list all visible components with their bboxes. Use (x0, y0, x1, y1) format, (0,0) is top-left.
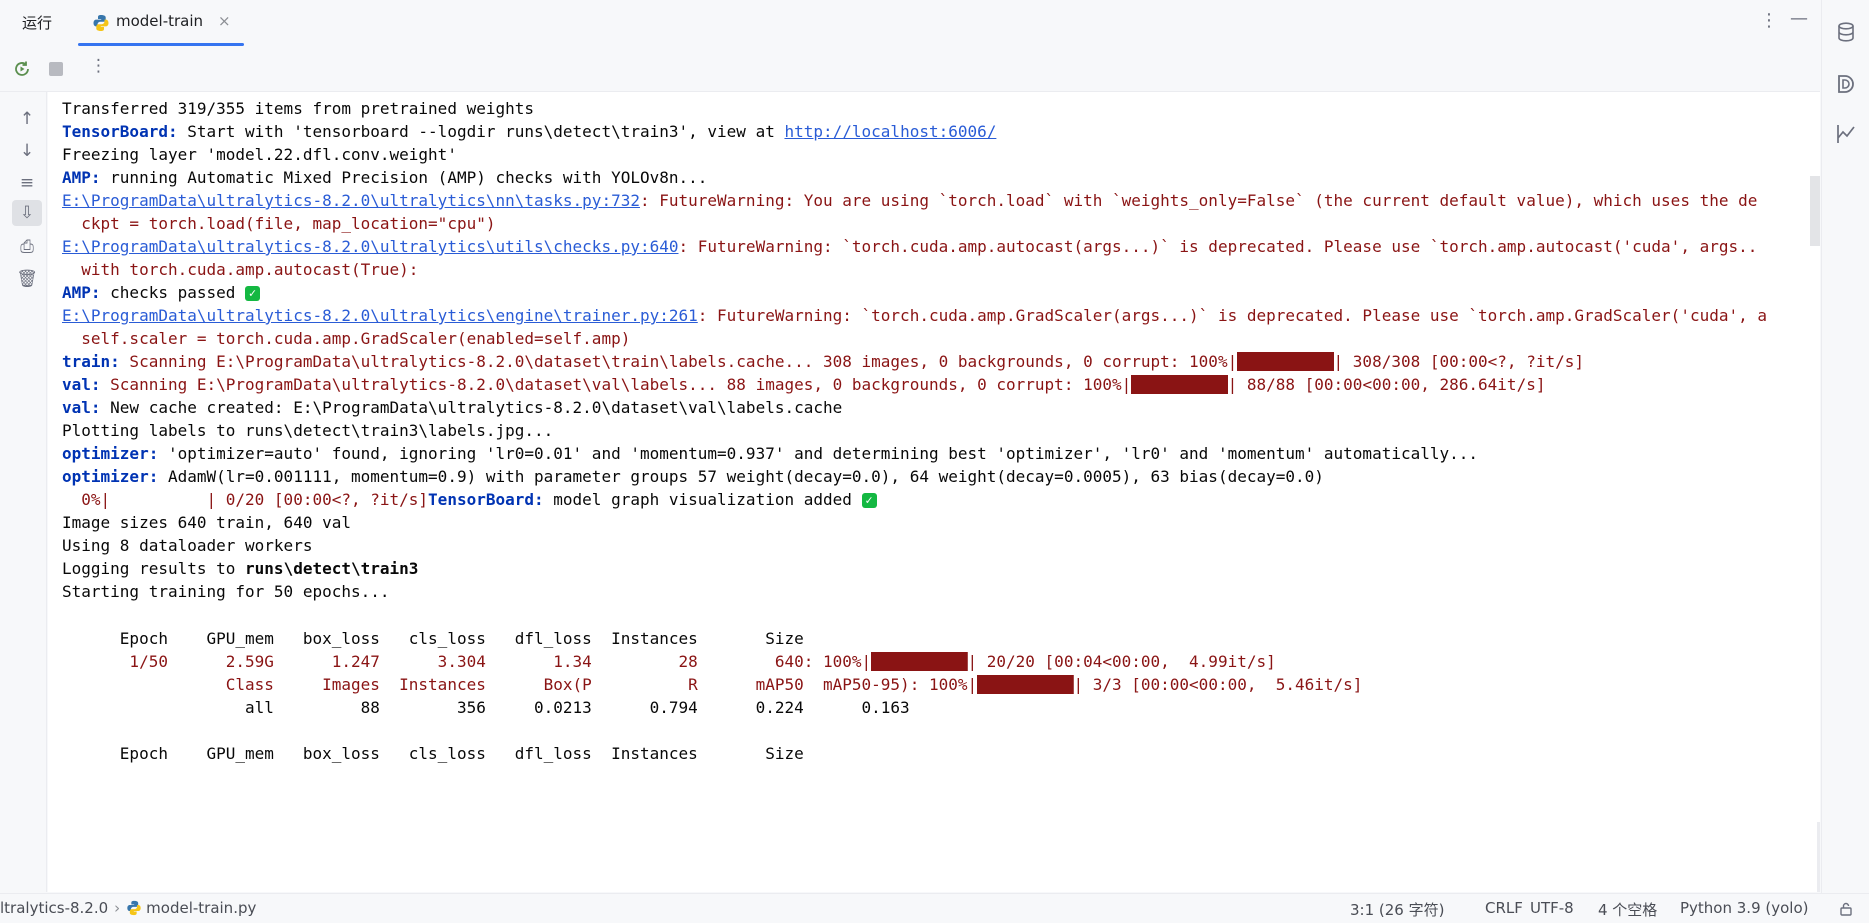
python-file-icon (127, 900, 141, 916)
python-file-icon (93, 15, 109, 31)
console-side-toolbar: ↑ ↓ ≡ ⇩ ⎙ 🗑 (0, 92, 47, 892)
interpreter-selector[interactable]: Python 3.9 (yolo) (1680, 899, 1809, 917)
console-output[interactable]: Transferred 319/355 items from pretraine… (48, 92, 1820, 892)
validation-header-row: Class Images Instances Box(P R mAP50 mAP… (62, 675, 1363, 694)
more-options-icon[interactable]: ⋮ (90, 56, 107, 76)
console-line: ckpt = torch.load(file, map_location="cp… (62, 214, 496, 233)
console-line: val: New cache created: E:\ProgramData\u… (62, 398, 843, 417)
file-link[interactable]: E:\ProgramData\ultralytics-8.2.0\ultraly… (62, 237, 679, 256)
lock-icon[interactable] (1838, 901, 1854, 917)
scroll-to-end-icon[interactable]: ⇩ (12, 200, 42, 226)
d-plugin-icon[interactable] (1834, 72, 1858, 96)
scroll-down-icon[interactable]: ↓ (12, 138, 42, 164)
indent-selector[interactable]: 4 个空格 (1598, 899, 1657, 920)
console-line: Using 8 dataloader workers (62, 536, 313, 555)
file-link[interactable]: E:\ProgramData\ultralytics-8.2.0\ultraly… (62, 306, 698, 325)
console-line: train: Scanning E:\ProgramData\ultralyti… (62, 352, 1584, 371)
encoding-selector[interactable]: UTF-8 (1530, 899, 1574, 917)
console-line: 0%| | 0/20 [00:00<?, ?it/s]TensorBoard: … (62, 489, 877, 511)
console-line: AMP: running Automatic Mixed Precision (… (62, 168, 708, 187)
console-line: val: Scanning E:\ProgramData\ultralytics… (62, 375, 1546, 394)
validation-result-row: all 88 356 0.0213 0.794 0.224 0.163 (62, 698, 910, 717)
breadcrumb-file[interactable]: model-train.py (146, 899, 256, 917)
status-bar: ltralytics-8.2.0 › model-train.py 3:1 (26 … (0, 893, 1869, 923)
check-mark-icon: ✓ (861, 493, 877, 508)
progress-bar: ██████████ (1131, 375, 1228, 394)
console-line: E:\ProgramData\ultralytics-8.2.0\ultraly… (62, 237, 1758, 256)
console-line: Plotting labels to runs\detect\train3\la… (62, 421, 554, 440)
soft-wrap-icon[interactable]: ≡ (12, 170, 42, 196)
line-ending-selector[interactable]: CRLF (1485, 899, 1523, 917)
console-line: Image sizes 640 train, 640 val (62, 513, 351, 532)
breadcrumb-project[interactable]: ltralytics-8.2.0 (0, 899, 108, 917)
active-tab-indicator (78, 43, 244, 46)
console-line: Logging results to runs\detect\train3 (62, 559, 419, 578)
training-table-header: Epoch GPU_mem box_loss cls_loss dfl_loss… (62, 744, 804, 763)
check-mark-icon: ✓ (245, 286, 261, 301)
console-line: optimizer: 'optimizer=auto' found, ignor… (62, 444, 1479, 463)
tab-label: model-train (116, 12, 204, 30)
file-link[interactable]: E:\ProgramData\ultralytics-8.2.0\ultraly… (62, 191, 640, 210)
database-icon[interactable] (1834, 20, 1858, 44)
chart-icon[interactable] (1834, 122, 1858, 146)
tab-model-train[interactable]: model-train × (78, 0, 244, 46)
more-options-icon[interactable]: ⋮ (1760, 10, 1778, 31)
progress-bar: ██████████ (1237, 352, 1334, 371)
console-line: self.scaler = torch.cuda.amp.GradScaler(… (62, 329, 631, 348)
run-tool-window-title[interactable]: 运行 (22, 12, 52, 33)
minimize-icon[interactable]: — (1790, 8, 1808, 29)
rerun-icon[interactable] (12, 59, 32, 79)
console-line: Freezing layer 'model.22.dfl.conv.weight… (62, 145, 457, 164)
print-icon[interactable]: ⎙ (12, 234, 42, 260)
vertical-scrollbar[interactable] (1810, 176, 1820, 246)
run-toolbar: ⋮ (0, 47, 1820, 92)
right-tool-sidebar (1821, 0, 1869, 922)
chevron-right-icon: › (114, 899, 121, 917)
console-line: E:\ProgramData\ultralytics-8.2.0\ultraly… (62, 191, 1758, 210)
progress-bar: ██████████ (977, 675, 1074, 694)
scrollbar-track-marker (1817, 822, 1820, 892)
training-epoch-row: 1/50 2.59G 1.247 3.304 1.34 28 640: 100%… (62, 652, 1276, 671)
console-line: Transferred 319/355 items from pretraine… (62, 99, 535, 118)
breadcrumb: ltralytics-8.2.0 › model-train.py (0, 899, 256, 917)
console-line: Starting training for 50 epochs... (62, 582, 390, 601)
console-line: with torch.cuda.amp.autocast(True): (62, 260, 419, 279)
progress-bar: ██████████ (871, 652, 968, 671)
trash-icon[interactable]: 🗑 (12, 266, 42, 292)
caret-position[interactable]: 3:1 (26 字符) (1350, 899, 1444, 920)
scroll-up-icon[interactable]: ↑ (12, 106, 42, 132)
training-table-header: Epoch GPU_mem box_loss cls_loss dfl_loss… (62, 629, 804, 648)
console-line: TensorBoard: Start with 'tensorboard --l… (62, 122, 997, 141)
tool-window-tab-bar: 运行 model-train × ⋮ — (0, 0, 1820, 46)
tensorboard-link[interactable]: http://localhost:6006/ (784, 122, 996, 141)
stop-icon[interactable] (49, 62, 63, 76)
console-line: optimizer: AdamW(lr=0.001111, momentum=0… (62, 467, 1324, 486)
close-icon[interactable]: × (218, 12, 231, 30)
console-line: E:\ProgramData\ultralytics-8.2.0\ultraly… (62, 306, 1768, 325)
console-line: AMP: checks passed ✓ (62, 282, 261, 304)
